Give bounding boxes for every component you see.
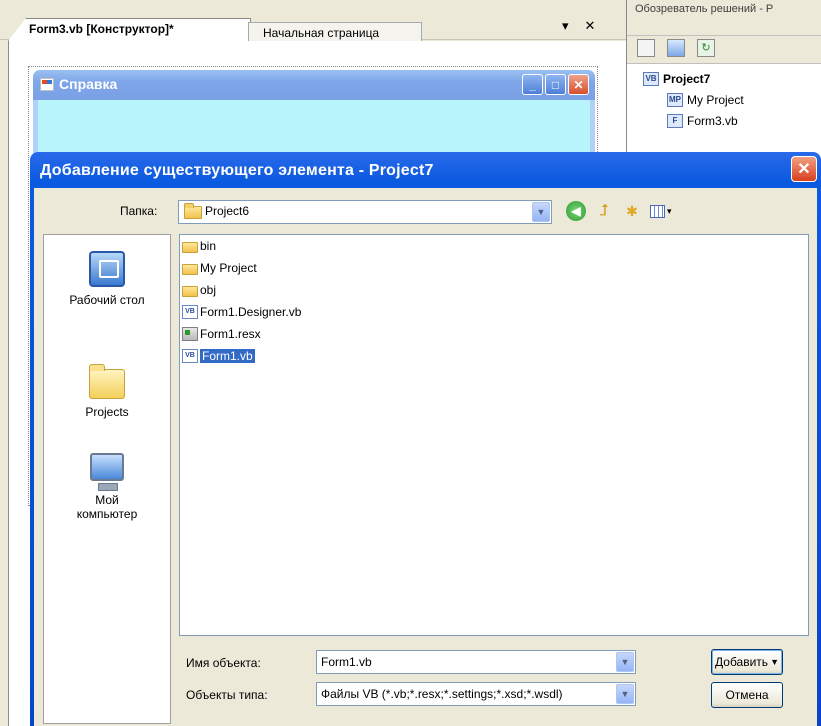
folder-icon: [182, 263, 198, 275]
resx-file-icon: [182, 327, 198, 341]
close-icon[interactable]: ✕: [568, 74, 589, 95]
file-name: Form1.resx: [200, 327, 261, 341]
navigation-toolbar: ◀ ⮥ ✱ ▾: [566, 201, 678, 221]
file-name: Form1.vb: [200, 349, 255, 363]
file-type-select[interactable]: Файлы VB (*.vb;*.resx;*.settings;*.xsd;*…: [316, 682, 636, 706]
vb-file-icon: VB: [182, 349, 198, 363]
show-all-files-icon[interactable]: [667, 39, 685, 57]
solution-tree: VB Project7 MP My Project F Form3.vb: [627, 64, 821, 131]
folder-label: Папка:: [120, 204, 158, 218]
vb-file-icon: VB: [182, 305, 198, 319]
computer-icon: [90, 453, 124, 491]
form-titlebar: Справка _ □ ✕: [33, 70, 595, 100]
object-name-value: Form1.vb: [321, 655, 372, 669]
add-button[interactable]: Добавить ▼: [711, 649, 783, 675]
folder-icon: [182, 285, 198, 297]
tree-item-my-project[interactable]: MP My Project: [643, 89, 821, 110]
solution-explorer-title: Обозреватель решений - P: [627, 0, 821, 36]
view-menu-icon[interactable]: ▾: [650, 201, 678, 221]
list-item[interactable]: Form1.resx: [182, 325, 261, 343]
file-name: Form1.Designer.vb: [200, 305, 302, 319]
tab-close-icon[interactable]: ✕: [585, 18, 596, 38]
dialog-body: Папка: Project6 ▼ ◀ ⮥ ✱ ▾ Рабочий стол P…: [34, 188, 817, 726]
folder-icon: [182, 241, 198, 253]
file-type-label: Объекты типа:: [186, 688, 268, 702]
tab-form3-designer[interactable]: Form3.vb [Конструктор]*: [8, 18, 251, 41]
my-project-icon: MP: [667, 92, 683, 107]
list-item[interactable]: My Project: [182, 259, 257, 277]
tab-controls: ▾ ✕: [562, 18, 618, 38]
properties-icon[interactable]: [637, 39, 655, 57]
form-file-icon: F: [667, 113, 683, 128]
place-label: Рабочий стол: [69, 293, 145, 307]
back-icon[interactable]: ◀: [566, 201, 586, 221]
tree-item-label: Project7: [663, 71, 711, 86]
form-title: Справка: [59, 76, 118, 92]
add-button-label: Добавить: [715, 655, 769, 669]
tree-item-label: Form3.vb: [687, 113, 738, 128]
tab-dropdown-icon[interactable]: ▾: [562, 18, 569, 38]
file-list[interactable]: bin My Project obj VB Form1.Designer.vb …: [179, 234, 809, 636]
folder-combo[interactable]: Project6 ▼: [178, 200, 552, 224]
vb-project-icon: VB: [643, 71, 659, 86]
folder-icon: [89, 364, 125, 399]
file-name: bin: [200, 239, 217, 253]
file-name: obj: [200, 283, 217, 297]
form-window-buttons: _ □ ✕: [522, 74, 589, 95]
split-dropdown-icon[interactable]: ▼: [770, 657, 779, 667]
object-name-label: Имя объекта:: [186, 656, 261, 670]
folder-value: Project6: [205, 204, 250, 218]
tab-start-page[interactable]: Начальная страница: [248, 22, 422, 41]
tree-item-project[interactable]: VB Project7: [643, 68, 821, 89]
list-item[interactable]: bin: [182, 237, 216, 255]
form-icon: [40, 78, 54, 91]
refresh-icon[interactable]: [697, 39, 715, 57]
chevron-down-icon[interactable]: ▼: [616, 652, 634, 672]
place-label: Projects: [85, 405, 129, 419]
folder-icon: [184, 203, 202, 219]
place-desktop[interactable]: Рабочий стол: [44, 251, 170, 307]
file-name: My Project: [200, 261, 257, 275]
close-icon[interactable]: ✕: [791, 156, 817, 182]
minimize-icon[interactable]: _: [522, 74, 543, 95]
place-my-computer[interactable]: Мой компьютер: [44, 453, 170, 521]
chevron-down-icon[interactable]: ▼: [616, 684, 634, 704]
list-item[interactable]: VB Form1.Designer.vb: [182, 303, 301, 321]
place-label: Мой компьютер: [76, 493, 138, 521]
list-item[interactable]: obj: [182, 281, 216, 299]
tree-item-form3[interactable]: F Form3.vb: [643, 110, 821, 131]
list-item-selected[interactable]: VB Form1.vb: [182, 347, 255, 365]
document-tabs: Form3.vb [Конструктор]* Начальная страни…: [0, 0, 626, 41]
cancel-button[interactable]: Отмена: [711, 682, 783, 708]
maximize-icon[interactable]: □: [545, 74, 566, 95]
tree-item-label: My Project: [687, 92, 744, 107]
chevron-down-icon[interactable]: ▼: [532, 202, 550, 222]
object-name-input[interactable]: Form1.vb ▼: [316, 650, 636, 674]
place-projects[interactable]: Projects: [44, 363, 170, 419]
desktop-icon: [89, 251, 125, 287]
add-existing-item-dialog: Добавление существующего элемента - Proj…: [30, 152, 821, 726]
up-folder-icon[interactable]: ⮥: [594, 201, 614, 221]
new-folder-icon[interactable]: ✱: [622, 201, 642, 221]
places-bar: Рабочий стол Projects Мой компьютер: [43, 234, 171, 724]
file-type-value: Файлы VB (*.vb;*.resx;*.settings;*.xsd;*…: [321, 687, 563, 701]
dialog-title: Добавление существующего элемента - Proj…: [40, 162, 434, 179]
solution-explorer-toolbar: [627, 36, 821, 64]
